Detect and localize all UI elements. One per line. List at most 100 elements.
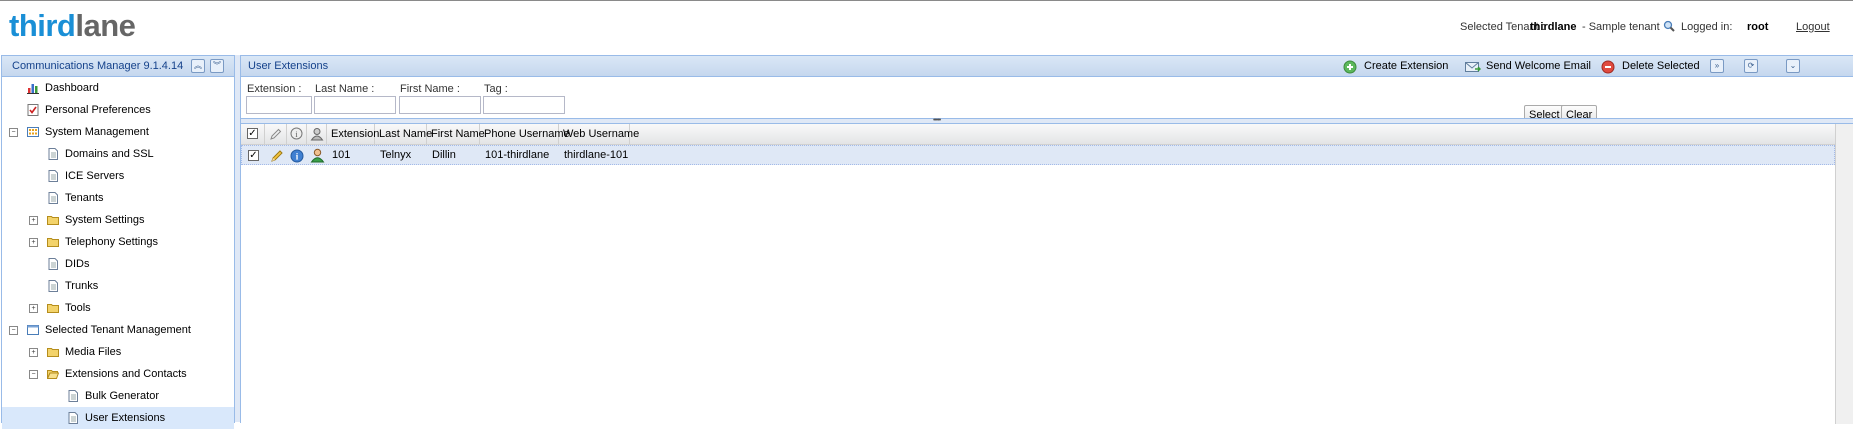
checklist-icon: [27, 104, 39, 116]
extension-column-header[interactable]: Extension: [327, 124, 379, 144]
row-checkbox[interactable]: ✓: [248, 150, 259, 161]
logout-link[interactable]: Logout: [1796, 21, 1830, 33]
tree-item-label: User Extensions: [85, 412, 166, 424]
main-panel-title: User Extensions: [248, 60, 329, 72]
table-row[interactable]: ✓ i 101 Telnyx Dillin 101-thirdlane thir…: [241, 145, 1835, 165]
tree-item-system-management[interactable]: − System Management: [2, 121, 234, 143]
grid-icon: [27, 127, 39, 137]
app-header: thirdlane Selected Tenant : thirdlane - …: [0, 1, 1853, 54]
tree-item-label: ICE Servers: [65, 170, 125, 182]
logo-text-lane: lane: [75, 8, 136, 43]
tree-item-label: System Management: [45, 126, 149, 138]
collapse-toggle-icon[interactable]: −: [29, 370, 38, 379]
web-username-column-header[interactable]: Web Username: [559, 124, 639, 144]
edit-column-header: [265, 124, 287, 144]
tree-item-extensions-and-contacts[interactable]: − Extensions and Contacts: [2, 363, 234, 385]
expand-toggle-icon[interactable]: +: [29, 304, 38, 313]
dashboard-icon: [27, 84, 39, 94]
page-icon: [48, 170, 58, 182]
tree-item-label: Personal Preferences: [45, 104, 151, 116]
tree-item-label: Extensions and Contacts: [65, 368, 187, 380]
tree-item-label: System Settings: [65, 214, 145, 226]
delete-icon: [1601, 60, 1615, 74]
collapse-all-icon[interactable]: ︽: [191, 59, 205, 73]
main-panel: User Extensions Create Extension Send We…: [240, 55, 1853, 424]
navigation-panel-header: Communications Manager 9.1.4.14 ︽ ︾: [2, 56, 234, 77]
tree-item-label: Domains and SSL: [65, 148, 154, 160]
create-extension-label: Create Extension: [1364, 60, 1449, 72]
phone-username-column-header[interactable]: Phone Username: [480, 124, 570, 144]
tree-item-label: Telephony Settings: [65, 236, 158, 248]
tree-item-selected-tenant-management[interactable]: − Selected Tenant Management: [2, 319, 234, 341]
tree-item-tools[interactable]: + Tools: [2, 297, 234, 319]
tree-item-domains-and-ssl[interactable]: Domains and SSL: [2, 143, 234, 165]
folder-open-icon: [47, 370, 59, 379]
tag-filter-input[interactable]: [483, 96, 565, 114]
refresh-icon[interactable]: ⟳: [1744, 59, 1758, 73]
first-name-cell: Dillin: [432, 149, 456, 161]
tree-item-dashboard[interactable]: Dashboard: [2, 77, 234, 99]
page-icon: [68, 390, 78, 402]
page-icon: [48, 192, 58, 204]
tree-item-label: Trunks: [65, 280, 99, 292]
pencil-icon: [270, 128, 282, 140]
first-name-column-header[interactable]: First Name: [427, 124, 485, 144]
tree-item-dids[interactable]: DIDs: [2, 253, 234, 275]
tree-item-label: Tools: [65, 302, 91, 314]
extensions-grid: ✓ i Extension Last Name First Name Phone…: [241, 123, 1853, 424]
collapse-toggle-icon[interactable]: −: [9, 128, 18, 137]
navigation-tree: Dashboard Personal Preferences − System …: [2, 77, 234, 429]
last-name-filter-input[interactable]: [314, 96, 396, 114]
tree-item-ice-servers[interactable]: ICE Servers: [2, 165, 234, 187]
expand-toggle-icon[interactable]: +: [29, 216, 38, 225]
tenant-description: - Sample tenant: [1582, 21, 1660, 33]
logged-in-label: Logged in:: [1681, 21, 1733, 33]
collapse-toggle-icon[interactable]: −: [9, 326, 18, 335]
user-column-header: [307, 124, 327, 144]
tree-item-telephony-settings[interactable]: + Telephony Settings: [2, 231, 234, 253]
more-options-icon[interactable]: »: [1710, 59, 1724, 73]
select-all-checkbox[interactable]: ✓: [247, 128, 258, 139]
tree-item-tenants[interactable]: Tenants: [2, 187, 234, 209]
tree-item-user-extensions[interactable]: User Extensions: [2, 407, 234, 429]
grid-scrollbar[interactable]: [1835, 124, 1853, 424]
main-panel-header: User Extensions Create Extension Send We…: [241, 56, 1853, 77]
add-icon: [1343, 60, 1357, 74]
tree-item-media-files[interactable]: + Media Files: [2, 341, 234, 363]
tree-item-label: Bulk Generator: [85, 390, 159, 402]
info-icon[interactable]: i: [290, 149, 304, 163]
tenant-name: thirdlane: [1530, 21, 1577, 33]
page-icon: [48, 148, 58, 160]
tree-item-system-settings[interactable]: + System Settings: [2, 209, 234, 231]
grid-header: ✓ i Extension Last Name First Name Phone…: [241, 124, 1852, 145]
user-status-icon[interactable]: [310, 148, 325, 163]
last-name-column-header[interactable]: Last Name: [375, 124, 432, 144]
last-name-filter-label: Last Name :: [315, 83, 375, 95]
expand-toggle-icon[interactable]: +: [29, 238, 38, 247]
folder-icon: [47, 216, 59, 225]
tree-item-personal-preferences[interactable]: Personal Preferences: [2, 99, 234, 121]
tree-item-bulk-generator[interactable]: Bulk Generator: [2, 385, 234, 407]
tree-item-trunks[interactable]: Trunks: [2, 275, 234, 297]
delete-selected-label: Delete Selected: [1622, 60, 1700, 72]
navigation-panel: Communications Manager 9.1.4.14 ︽ ︾ Dash…: [1, 55, 235, 429]
page-icon: [68, 412, 78, 424]
phone-username-cell: 101-thirdlane: [485, 149, 550, 161]
extension-filter-label: Extension :: [247, 83, 302, 95]
first-name-filter-label: First Name :: [400, 83, 460, 95]
expand-all-icon[interactable]: ︾: [210, 59, 224, 73]
select-all-column-header[interactable]: ✓: [241, 124, 265, 144]
user-icon: [310, 128, 324, 141]
logo-text-third: third: [9, 8, 76, 43]
folder-icon: [47, 348, 59, 357]
collapse-panel-icon[interactable]: ⌄: [1786, 59, 1800, 73]
search-icon[interactable]: [1663, 20, 1675, 32]
tree-item-label: Media Files: [65, 346, 122, 358]
expand-toggle-icon[interactable]: +: [29, 348, 38, 357]
extension-cell: 101: [332, 149, 351, 161]
first-name-filter-input[interactable]: [399, 96, 481, 114]
page-icon: [48, 258, 58, 270]
folder-icon: [47, 238, 59, 247]
edit-pencil-icon[interactable]: [270, 149, 284, 163]
extension-filter-input[interactable]: [246, 96, 312, 114]
